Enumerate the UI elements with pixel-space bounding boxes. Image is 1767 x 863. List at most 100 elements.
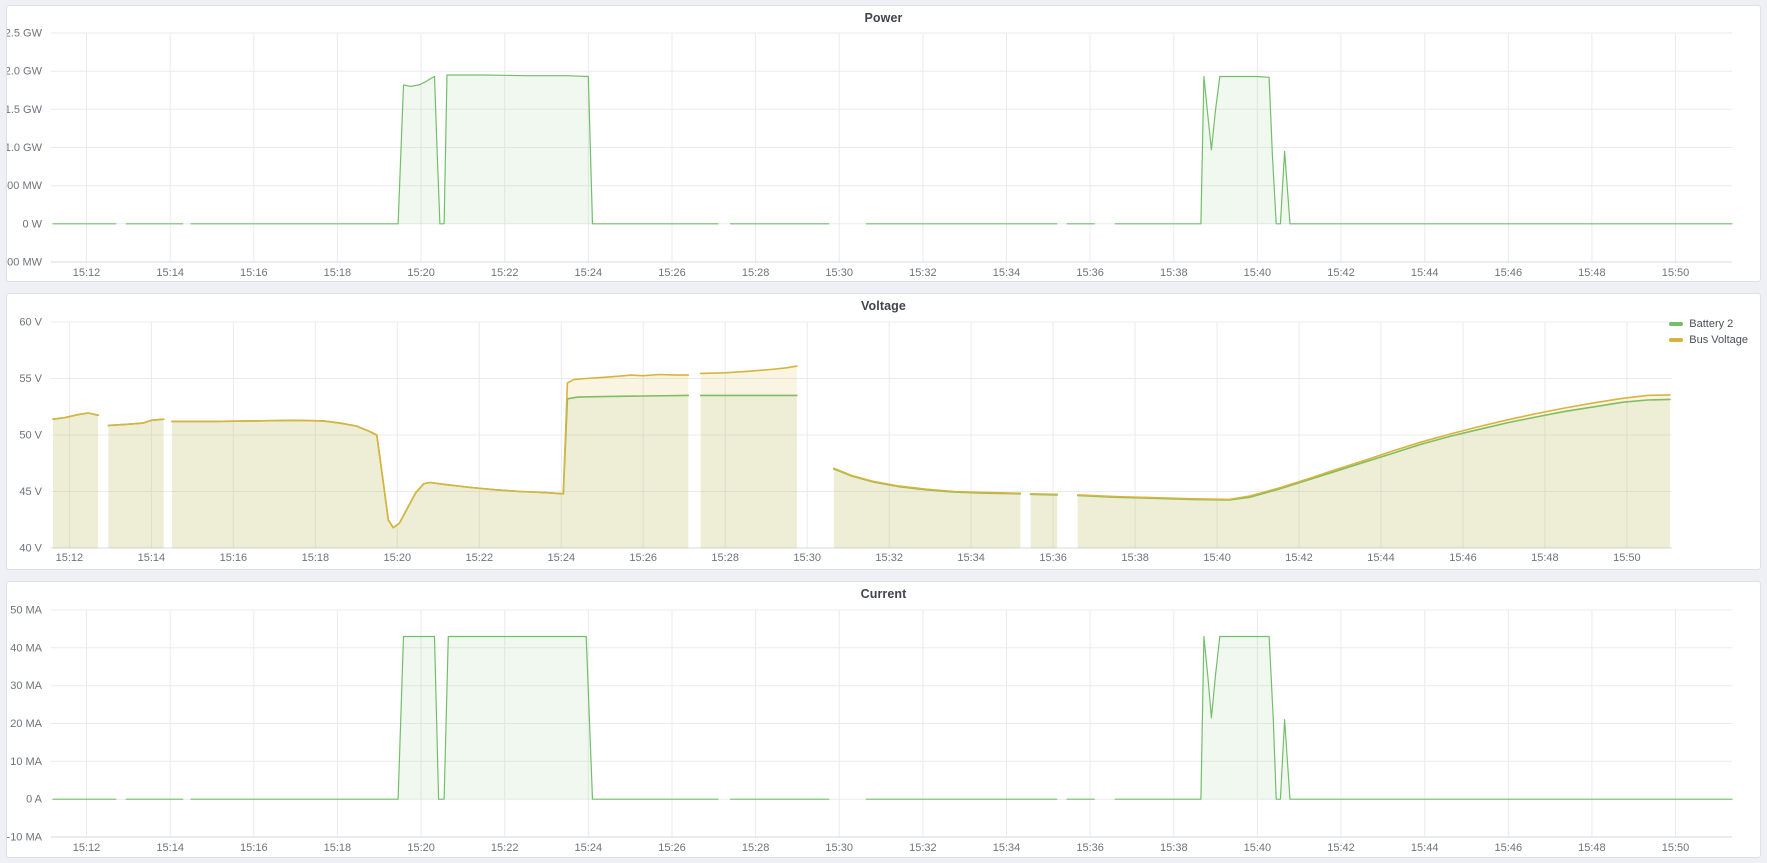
x-axis-tick-label: 15:26 [629, 552, 657, 564]
series-line-0 [53, 637, 1732, 800]
panel-power: Power -500 MW 0 W 500 MW 1.0 GW 1.5 GW 2.0 GW… [6, 5, 1761, 282]
x-axis-tick-label: 15:38 [1160, 267, 1188, 279]
y-axis-tick-label: 0 A [26, 794, 43, 806]
x-axis-tick-label: 15:44 [1411, 842, 1439, 854]
legend-item-bus-voltage[interactable]: Bus Voltage [1669, 334, 1748, 346]
x-axis-tick-label: 15:42 [1285, 552, 1313, 564]
x-axis-tick-label: 15:30 [825, 267, 853, 279]
y-axis-tick-label: 50 MA [10, 605, 42, 617]
y-axis-tick-label: 30 MA [10, 680, 42, 692]
x-axis-tick-label: 15:22 [491, 842, 519, 854]
x-axis-tick-label: 15:48 [1578, 842, 1606, 854]
x-axis-tick-label: 15:36 [1076, 267, 1104, 279]
panel-current-title[interactable]: Current [7, 587, 1760, 601]
x-axis-tick-label: 15:26 [658, 842, 686, 854]
series-area-0 [53, 75, 1732, 224]
panel-power-title[interactable]: Power [7, 11, 1760, 25]
x-axis-tick-label: 15:26 [658, 267, 686, 279]
y-axis-tick-label: 1.5 GW [7, 104, 43, 116]
x-axis-tick-label: 15:48 [1578, 267, 1606, 279]
y-axis-tick-label: 20 MA [10, 718, 42, 730]
voltage-chart[interactable]: 40 V 45 V 50 V 55 V 60 V 15:12 15:14 15:16 15:18… [7, 294, 1760, 569]
x-axis-tick-label: 15:44 [1367, 552, 1395, 564]
x-axis-tick-label: 15:30 [825, 842, 853, 854]
battery-2-swatch [1669, 322, 1683, 326]
bus-voltage-swatch [1669, 338, 1683, 342]
y-axis-tick-label: 2.0 GW [7, 66, 43, 78]
x-axis-tick-label: 15:18 [324, 842, 352, 854]
x-axis-tick-label: 15:38 [1121, 552, 1149, 564]
y-axis-tick-label: 500 MW [7, 180, 43, 192]
x-axis-tick-label: 15:22 [491, 267, 519, 279]
x-axis-tick-label: 15:20 [407, 267, 435, 279]
x-axis-tick-label: 15:38 [1160, 842, 1188, 854]
x-axis-tick-label: 15:32 [909, 842, 937, 854]
panel-current: Current -10 MA 0 A 10 MA 20 MA 30 MA 40 MA 50 … [6, 581, 1761, 858]
x-axis-tick-label: 15:28 [742, 842, 770, 854]
panel-voltage-title[interactable]: Voltage [7, 299, 1760, 313]
current-chart[interactable]: -10 MA 0 A 10 MA 20 MA 30 MA 40 MA 50 MA 15:12 1… [7, 582, 1760, 857]
y-axis-tick-label: 0 W [22, 218, 42, 230]
x-axis-tick-label: 15:40 [1244, 267, 1272, 279]
x-axis-tick-label: 15:16 [240, 842, 268, 854]
x-axis-tick-label: 15:28 [711, 552, 739, 564]
x-axis-tick-label: 15:32 [875, 552, 903, 564]
x-axis-tick-label: 15:46 [1495, 842, 1523, 854]
panel-voltage: Voltage 40 V 45 V 50 V 55 V 60 V 15:12 15:14 15… [6, 293, 1761, 570]
legend-label-bus-voltage: Bus Voltage [1689, 334, 1748, 346]
x-axis-tick-label: 15:42 [1327, 267, 1355, 279]
x-axis-tick-label: 15:34 [993, 842, 1021, 854]
y-axis-tick-label: 55 V [19, 373, 42, 385]
x-axis-tick-label: 15:40 [1244, 842, 1272, 854]
voltage-legend: Battery 2 Bus Voltage [1669, 318, 1748, 346]
x-axis-tick-label: 15:24 [548, 552, 576, 564]
x-axis-tick-label: 15:14 [138, 552, 166, 564]
legend-label-battery-2: Battery 2 [1689, 318, 1733, 330]
x-axis-tick-label: 15:42 [1327, 842, 1355, 854]
x-axis-tick-label: 15:14 [156, 842, 184, 854]
x-axis-tick-label: 15:12 [56, 552, 84, 564]
y-axis-tick-label: 60 V [19, 317, 42, 329]
x-axis-tick-label: 15:50 [1662, 267, 1690, 279]
x-axis-tick-label: 15:24 [575, 842, 603, 854]
x-axis-tick-label: 15:32 [909, 267, 937, 279]
x-axis-tick-label: 15:46 [1449, 552, 1477, 564]
x-axis-tick-label: 15:12 [73, 842, 101, 854]
y-axis-tick-label: -10 MA [7, 832, 43, 844]
series-area-0 [53, 637, 1732, 800]
y-axis-tick-label: 50 V [19, 430, 42, 442]
y-axis-tick-label: 1.0 GW [7, 142, 43, 154]
y-axis-tick-label: -500 MW [7, 257, 43, 269]
x-axis-tick-label: 15:28 [742, 267, 770, 279]
x-axis-tick-label: 15:34 [993, 267, 1021, 279]
x-axis-tick-label: 15:36 [1076, 842, 1104, 854]
y-axis-tick-label: 40 MA [10, 642, 42, 654]
series-area-1 [53, 366, 1670, 548]
x-axis-tick-label: 15:22 [466, 552, 494, 564]
x-axis-tick-label: 15:48 [1531, 552, 1559, 564]
x-axis-tick-label: 15:16 [240, 267, 268, 279]
series-line-0 [53, 75, 1732, 224]
x-axis-tick-label: 15:30 [793, 552, 821, 564]
y-axis-tick-label: 45 V [19, 486, 42, 498]
y-axis-tick-label: 2.5 GW [7, 28, 43, 40]
x-axis-tick-label: 15:24 [575, 267, 603, 279]
x-axis-tick-label: 15:16 [220, 552, 248, 564]
x-axis-tick-label: 15:46 [1495, 267, 1523, 279]
x-axis-tick-label: 15:18 [302, 552, 330, 564]
legend-item-battery-2[interactable]: Battery 2 [1669, 318, 1748, 330]
x-axis-tick-label: 15:14 [156, 267, 184, 279]
x-axis-tick-label: 15:50 [1662, 842, 1690, 854]
x-axis-tick-label: 15:50 [1613, 552, 1641, 564]
x-axis-tick-label: 15:34 [957, 552, 985, 564]
y-axis-tick-label: 40 V [19, 543, 42, 555]
y-axis-tick-label: 10 MA [10, 756, 42, 768]
x-axis-tick-label: 15:40 [1203, 552, 1231, 564]
dashboard: Power -500 MW 0 W 500 MW 1.0 GW 1.5 GW 2.0 GW… [0, 0, 1767, 863]
x-axis-tick-label: 15:20 [384, 552, 412, 564]
x-axis-tick-label: 15:18 [324, 267, 352, 279]
power-chart[interactable]: -500 MW 0 W 500 MW 1.0 GW 1.5 GW 2.0 GW 2.5 GW… [7, 6, 1760, 281]
x-axis-tick-label: 15:44 [1411, 267, 1439, 279]
x-axis-tick-label: 15:20 [407, 842, 435, 854]
x-axis-tick-label: 15:12 [73, 267, 101, 279]
